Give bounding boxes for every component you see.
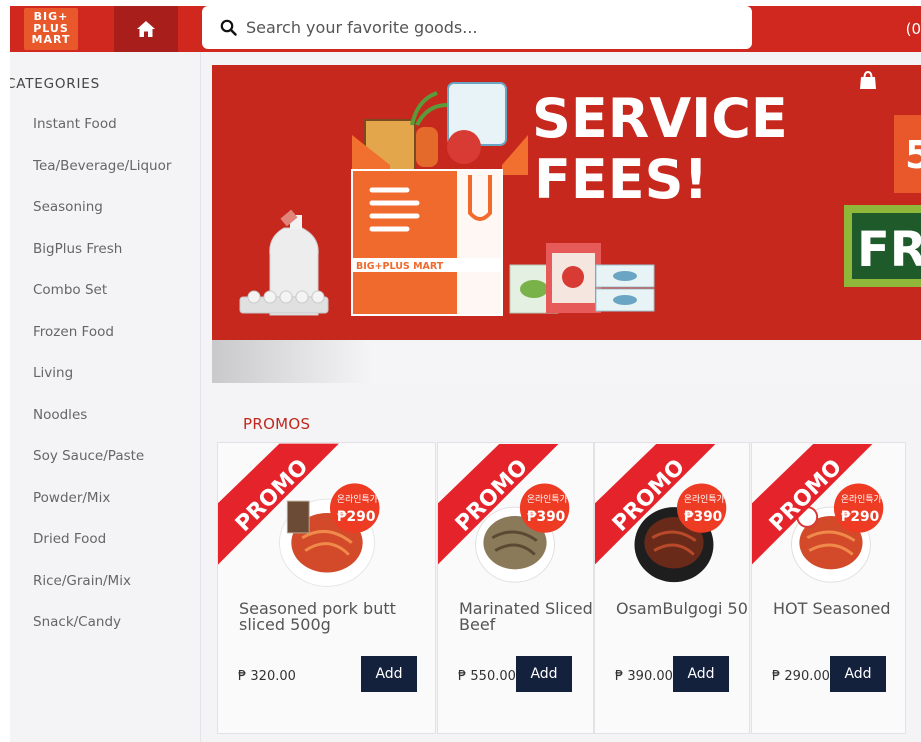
add-to-cart-button[interactable]: Add <box>361 656 417 692</box>
product-name[interactable]: HOT Seasoned <box>773 601 905 617</box>
product-card[interactable]: PROMO 온라인특가 ₱290 Seasoned pork butt slic… <box>217 442 436 734</box>
product-image: PROMO 온라인특가 ₱290 <box>218 443 380 587</box>
logo-line: MART <box>31 33 71 46</box>
badge-price: ₱290 <box>841 509 879 525</box>
carousel-fade <box>212 340 372 383</box>
category-item[interactable]: BigPlus Fresh <box>33 241 171 283</box>
category-item[interactable]: Living <box>33 365 171 407</box>
category-item[interactable]: Combo Set <box>33 282 171 324</box>
promos-heading: PROMOS <box>243 415 311 433</box>
bag-label: BIG+PLUS MART <box>356 261 444 272</box>
product-name[interactable]: OsamBulgogi 500g <box>616 601 749 617</box>
product-card[interactable]: PROMO 온라인특가 ₱390 OsamBulgogi 500g ₱ 390.… <box>594 442 750 734</box>
product-image: PROMO 온라인특가 ₱390 <box>595 443 727 583</box>
shopping-bag-icon[interactable] <box>859 70 877 90</box>
main-content: BIG+PLUS MART SERVICE FEES! 5 FR PROMOS … <box>201 52 921 742</box>
logo-line: BIG+ <box>33 10 69 23</box>
product-price: ₱ 390.00 <box>615 669 673 684</box>
brand-logo[interactable]: BIG+ PLUS MART <box>24 8 78 50</box>
product-price: ₱ 550.00 <box>458 669 516 684</box>
product-name[interactable]: Marinated Sliced Beef <box>459 601 593 633</box>
category-item[interactable]: Rice/Grain/Mix <box>33 573 171 615</box>
category-sidebar: CATEGORIES Instant Food Tea/Beverage/Liq… <box>10 52 201 742</box>
header-account-text[interactable]: (0 <box>906 20 921 38</box>
product-card[interactable]: PROMO 온라인특가 ₱390 Marinated Sliced Beef ₱… <box>437 442 594 734</box>
category-item[interactable]: Dried Food <box>33 531 171 573</box>
product-name[interactable]: Seasoned pork butt sliced 500g <box>239 601 409 633</box>
home-button[interactable] <box>114 6 178 52</box>
search-input[interactable]: Search your favorite goods... <box>246 18 478 37</box>
product-price: ₱ 290.00 <box>772 669 830 684</box>
banner-headline-line1: SERVICE <box>532 87 788 150</box>
top-header: BIG+ PLUS MART Search your favorite good… <box>10 6 921 52</box>
search-icon <box>220 19 237 36</box>
badge-price: ₱390 <box>527 509 565 525</box>
category-item[interactable]: Seasoning <box>33 199 171 241</box>
category-item[interactable]: Instant Food <box>33 116 171 158</box>
banner-headline-line2: FEES! <box>534 148 708 211</box>
home-icon <box>137 21 155 37</box>
banner-edge-text-2: FR <box>857 222 921 278</box>
banner-illustration: BIG+PLUS MART SERVICE FEES! 5 FR <box>239 82 921 316</box>
category-item[interactable]: Tea/Beverage/Liquor <box>33 158 171 200</box>
category-item[interactable]: Snack/Candy <box>33 614 171 656</box>
product-image: PROMO 온라인특가 ₱290 <box>752 443 884 583</box>
search-bar[interactable]: Search your favorite goods... <box>202 6 752 49</box>
badge-label: 온라인특가 <box>337 494 378 505</box>
banner-edge-text-1: 5 <box>905 133 921 177</box>
category-item[interactable]: Soy Sauce/Paste <box>33 448 171 490</box>
add-to-cart-button[interactable]: Add <box>516 656 572 692</box>
product-price: ₱ 320.00 <box>238 669 296 684</box>
badge-label: 온라인특가 <box>684 494 725 505</box>
badge-label: 온라인특가 <box>527 494 568 505</box>
banner-carousel-strip <box>212 340 921 383</box>
category-item[interactable]: Powder/Mix <box>33 490 171 532</box>
badge-label: 온라인특가 <box>841 494 882 505</box>
product-card[interactable]: PROMO 온라인특가 ₱290 HOT Seasoned ₱ 290.00 A… <box>751 442 906 734</box>
category-list: Instant Food Tea/Beverage/Liquor Seasoni… <box>33 116 171 656</box>
badge-price: ₱390 <box>684 509 722 525</box>
product-image: PROMO 온라인특가 ₱390 <box>438 443 570 583</box>
category-item[interactable]: Noodles <box>33 407 171 449</box>
promo-banner[interactable]: BIG+PLUS MART SERVICE FEES! 5 FR <box>212 65 921 340</box>
add-to-cart-button[interactable]: Add <box>830 656 886 692</box>
add-to-cart-button[interactable]: Add <box>673 656 729 692</box>
categories-heading: CATEGORIES <box>10 76 100 92</box>
badge-price: ₱290 <box>337 509 376 525</box>
category-item[interactable]: Frozen Food <box>33 324 171 366</box>
